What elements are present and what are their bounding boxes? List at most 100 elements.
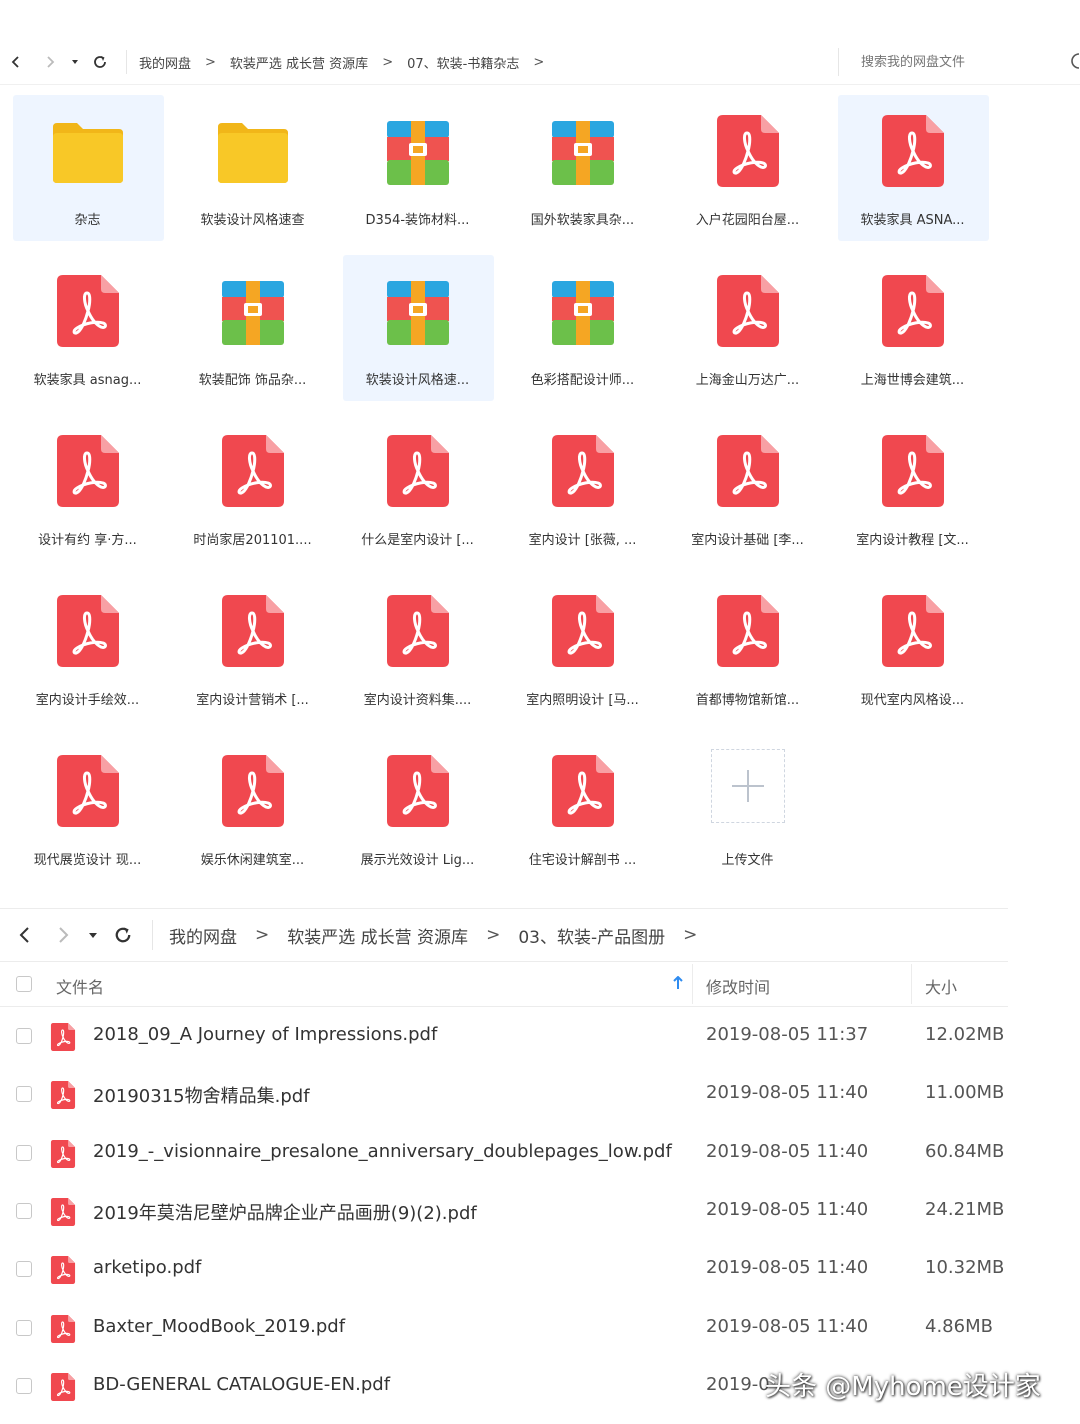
grid-file-item[interactable]: 入户花园阳台屋... — [665, 93, 830, 253]
row-checkbox[interactable] — [16, 1202, 32, 1219]
breadcrumb-item[interactable]: 03、软装-产品图册 — [518, 923, 665, 948]
file-size: 12.02MB — [925, 1024, 1005, 1045]
grid-file-item[interactable]: 室内设计资料集.... — [335, 573, 500, 733]
grid-item-label: 现代展览设计 现... — [33, 853, 142, 868]
row-checkbox[interactable] — [16, 1377, 32, 1394]
refresh-button[interactable] — [84, 46, 116, 78]
file-name[interactable]: 2019年莫浩尼壁炉品牌企业产品画册(9)(2).pdf — [93, 1199, 477, 1225]
grid-file-item[interactable]: 上海世博会建筑... — [830, 253, 995, 413]
upload-dropzone[interactable] — [710, 749, 785, 823]
grid-file-item[interactable]: 软装配饰 饰品杂... — [170, 253, 335, 413]
refresh-button[interactable] — [104, 915, 142, 955]
file-icon-wrapper — [875, 115, 951, 191]
file-name[interactable]: 20190315物舍精品集.pdf — [93, 1082, 310, 1108]
grid-file-item[interactable]: 室内设计教程 [文... — [830, 413, 995, 573]
forward-button[interactable] — [44, 915, 82, 955]
file-list-row[interactable]: 2018_09_A Journey of Impressions.pdf 201… — [0, 1007, 1008, 1065]
file-size: 10.32MB — [925, 1257, 1005, 1279]
pdf-file-icon — [716, 595, 779, 667]
column-header-modified[interactable]: 修改时间 — [706, 974, 770, 998]
grid-file-item[interactable]: 上海金山万达广... — [665, 253, 830, 413]
grid-file-item[interactable]: D354-装饰材料... — [335, 93, 500, 253]
pdf-file-icon — [716, 275, 779, 347]
grid-file-item[interactable]: 什么是室内设计 [... — [335, 413, 500, 573]
file-name[interactable]: arketipo.pdf — [93, 1257, 201, 1278]
grid-file-item[interactable]: 住宅设计解剖书 ... — [500, 733, 665, 893]
history-dropdown-button[interactable] — [82, 915, 104, 955]
row-checkbox[interactable] — [16, 1028, 32, 1044]
file-list-row[interactable]: 2019年莫浩尼壁炉品牌企业产品画册(9)(2).pdf 2019-08-05 … — [0, 1182, 1008, 1240]
breadcrumb-item[interactable]: 我的网盘 — [139, 53, 191, 72]
grid-file-item[interactable]: 展示光效设计 Lig... — [335, 733, 500, 893]
row-checkbox[interactable] — [16, 1261, 32, 1278]
grid-item-label: 展示光效设计 Lig... — [360, 853, 475, 868]
grid-file-item[interactable]: 室内照明设计 [马... — [500, 573, 665, 733]
refresh-icon — [115, 927, 131, 943]
search-icon[interactable] — [1071, 52, 1080, 70]
breadcrumb-item[interactable]: 软装严选 成长营 资源库 — [230, 53, 368, 72]
grid-item-label: 设计有约 享·方... — [38, 533, 137, 548]
grid-file-item[interactable]: 国外软装家具杂... — [500, 93, 665, 253]
file-size: 24.21MB — [925, 1198, 1005, 1220]
upload-file-tile[interactable]: 上传文件 — [665, 733, 830, 893]
column-header-name[interactable]: 文件名 — [56, 974, 104, 998]
grid-item-label: 室内照明设计 [马... — [526, 693, 639, 708]
file-name[interactable]: BD-GENERAL CATALOGUE-EN.pdf — [93, 1374, 390, 1395]
breadcrumb-item[interactable]: 07、软装-书籍杂志 — [407, 53, 519, 72]
plus-icon — [731, 770, 764, 802]
row-checkbox[interactable] — [16, 1144, 32, 1161]
row-checkbox[interactable] — [16, 1086, 32, 1103]
file-icon-wrapper — [215, 275, 291, 351]
grid-file-item[interactable]: 娱乐休闲建筑室... — [170, 733, 335, 893]
archive-icon — [386, 281, 449, 345]
file-icon-wrapper — [710, 595, 786, 671]
column-header-size[interactable]: 大小 — [925, 974, 957, 998]
list-header: 文件名 修改时间 大小 — [0, 962, 1008, 1007]
back-button[interactable] — [0, 46, 32, 78]
grid-file-item[interactable]: 软装设计风格速查 — [170, 93, 335, 253]
grid-file-item[interactable]: 室内设计基础 [李... — [665, 413, 830, 573]
grid-file-item[interactable]: 现代室内风格设... — [830, 573, 995, 733]
select-all-checkbox[interactable] — [16, 976, 32, 992]
back-button[interactable] — [6, 915, 44, 955]
grid-item-label: 上海世博会建筑... — [860, 373, 965, 388]
grid-item-label: 软装设计风格速... — [365, 373, 470, 388]
pdf-file-icon — [50, 1197, 76, 1226]
caret-down-icon — [72, 60, 78, 64]
file-list-row[interactable]: 2019_-_visionnaire_presalone_anniversary… — [0, 1124, 1008, 1182]
breadcrumb: 我的网盘 > 软装严选 成长营 资源库 > 07、软装-书籍杂志 > — [126, 50, 558, 74]
row-checkbox[interactable] — [16, 1319, 32, 1336]
file-list-row[interactable]: 20190315物舍精品集.pdf 2019-08-05 11:40 11.00… — [0, 1065, 1008, 1123]
breadcrumb: 我的网盘 > 软装严选 成长营 资源库 > 03、软装-产品图册 > — [152, 920, 715, 950]
forward-button[interactable] — [34, 46, 66, 78]
search-input[interactable] — [859, 53, 1043, 71]
grid-file-item[interactable]: 杂志 — [5, 93, 170, 253]
grid-file-item[interactable]: 首都博物馆新馆... — [665, 573, 830, 733]
grid-file-item[interactable]: 软装设计风格速... — [335, 253, 500, 413]
pdf-file-icon — [56, 595, 119, 667]
grid-file-item[interactable]: 软装家具 ASNA... — [830, 93, 995, 253]
grid-file-item[interactable]: 色彩搭配设计师... — [500, 253, 665, 413]
top-navigation-bar: 我的网盘 > 软装严选 成长营 资源库 > 07、软装-书籍杂志 > — [0, 40, 1080, 85]
file-list-row[interactable]: Baxter_MoodBook_2019.pdf 2019-08-05 11:4… — [0, 1299, 1008, 1357]
file-list-row[interactable]: arketipo.pdf 2019-08-05 11:40 10.32MB — [0, 1240, 1008, 1298]
grid-file-item[interactable]: 时尚家居201101.... — [170, 413, 335, 573]
breadcrumb-item[interactable]: 软装严选 成长营 资源库 — [287, 923, 468, 948]
file-name[interactable]: 2019_-_visionnaire_presalone_anniversary… — [93, 1141, 672, 1162]
grid-file-item[interactable]: 室内设计手绘效... — [5, 573, 170, 733]
grid-item-label: 室内设计基础 [李... — [691, 533, 804, 548]
grid-file-item[interactable]: 设计有约 享·方... — [5, 413, 170, 573]
pdf-file-icon — [551, 755, 614, 827]
grid-file-item[interactable]: 现代展览设计 现... — [5, 733, 170, 893]
chevron-right-icon — [59, 927, 69, 943]
arrow-up-icon[interactable] — [672, 976, 684, 990]
grid-file-item[interactable]: 室内设计营销术 [... — [170, 573, 335, 733]
file-name[interactable]: Baxter_MoodBook_2019.pdf — [93, 1316, 345, 1337]
breadcrumb-item[interactable]: 我的网盘 — [169, 923, 237, 948]
file-icon-wrapper — [710, 275, 786, 351]
file-name[interactable]: 2018_09_A Journey of Impressions.pdf — [93, 1024, 437, 1045]
history-dropdown-button[interactable] — [66, 46, 84, 78]
grid-file-item[interactable]: 室内设计 [张薇, ... — [500, 413, 665, 573]
grid-file-item[interactable]: 软装家具 asnag... — [5, 253, 170, 413]
grid-item-label: 室内设计 [张薇, ... — [528, 533, 637, 548]
